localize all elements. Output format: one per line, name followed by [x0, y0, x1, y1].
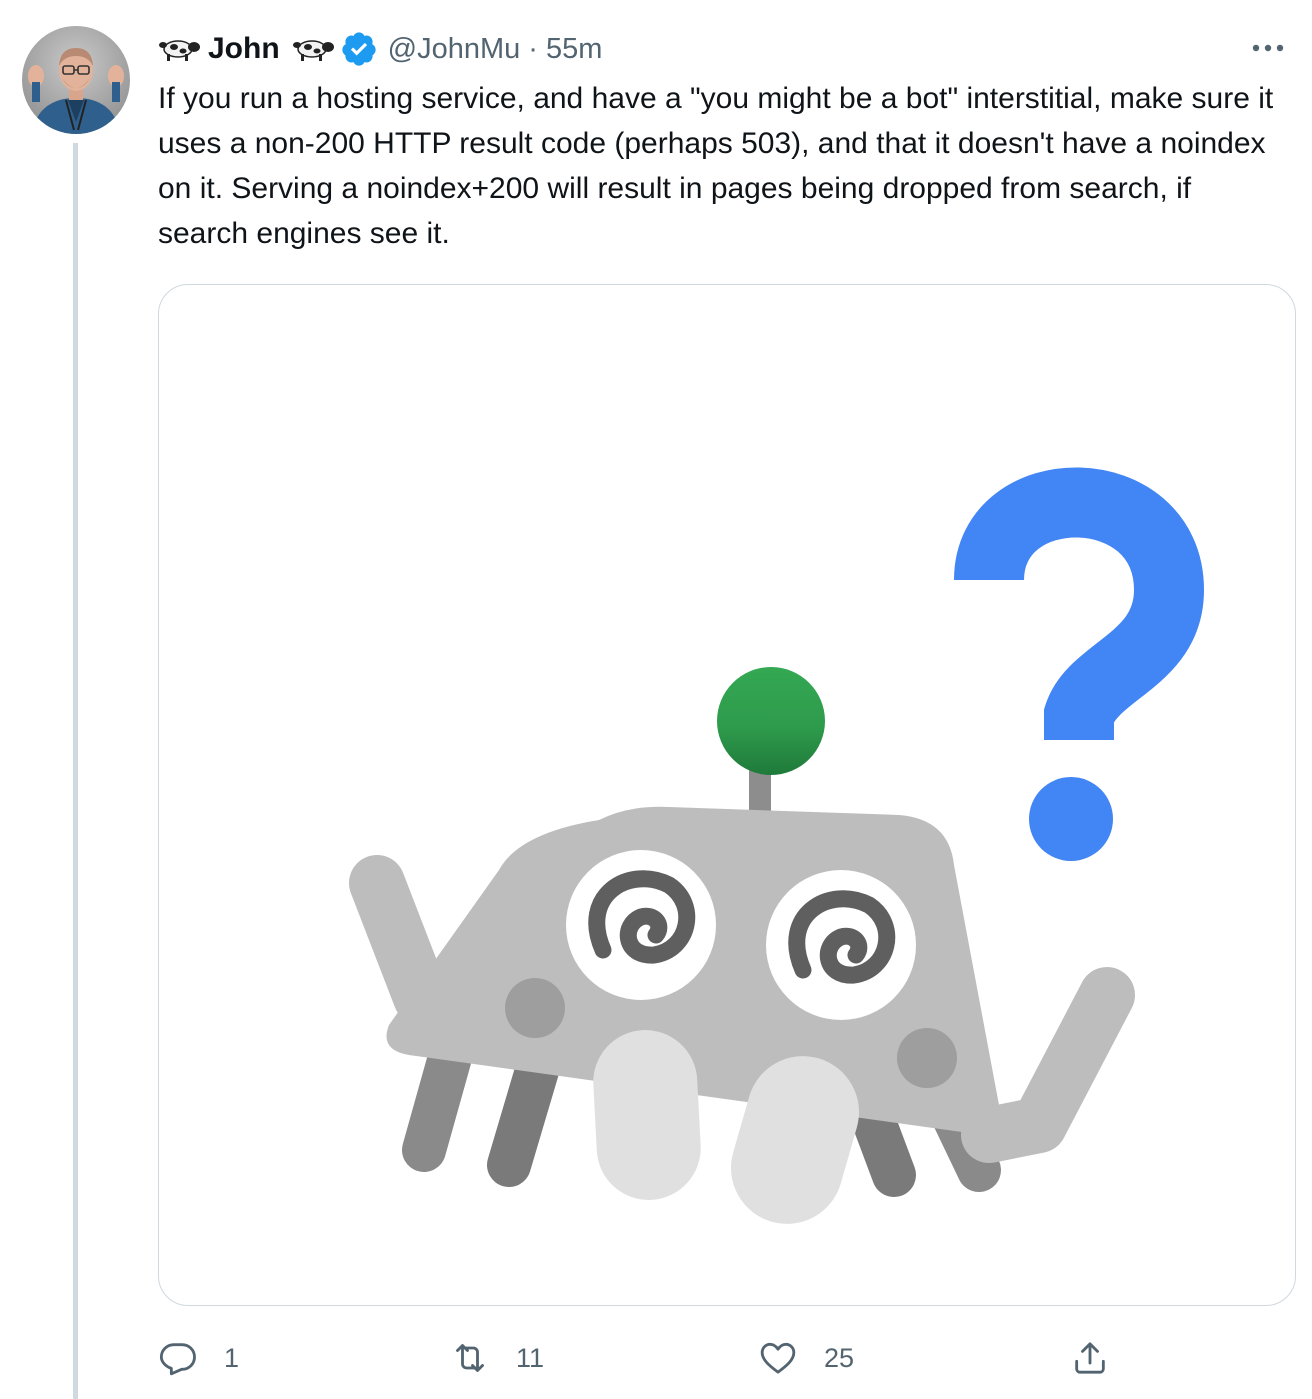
retweet-icon	[456, 1344, 484, 1372]
tweet-actions: 1 11 25	[158, 1330, 1158, 1386]
more-icon	[1252, 44, 1284, 52]
share-icon	[1075, 1342, 1105, 1374]
more-options-button[interactable]	[1246, 30, 1290, 66]
heart-icon	[760, 1342, 796, 1374]
cow-icon	[158, 36, 202, 62]
like-count: 25	[824, 1342, 855, 1373]
confused-robot-illustration	[349, 467, 1205, 1224]
tweet-header: John @JohnMu · 55m	[158, 28, 602, 70]
handle[interactable]: @JohnMu	[388, 33, 521, 66]
verified-badge-icon	[340, 30, 378, 68]
reply-button[interactable]: 1	[158, 1330, 239, 1386]
tweet-text: If you run a hosting service, and have a…	[158, 82, 1274, 250]
display-name[interactable]: John	[208, 32, 280, 66]
retweet-button[interactable]: 11	[450, 1330, 544, 1386]
cow-icon	[290, 36, 334, 62]
share-button[interactable]	[1070, 1330, 1110, 1386]
separator-dot: ·	[528, 32, 538, 65]
reply-count: 1	[224, 1342, 240, 1373]
tweet: John @JohnMu · 55m If you run a hosting …	[0, 0, 1312, 1399]
question-mark-icon	[954, 467, 1205, 861]
avatar[interactable]	[22, 26, 130, 134]
like-button[interactable]: 25	[758, 1330, 854, 1386]
thread-line	[73, 143, 78, 1399]
timestamp[interactable]: 55m	[546, 33, 602, 66]
reply-icon	[159, 1343, 196, 1376]
retweet-count: 11	[516, 1342, 545, 1373]
media-image[interactable]	[158, 284, 1296, 1306]
